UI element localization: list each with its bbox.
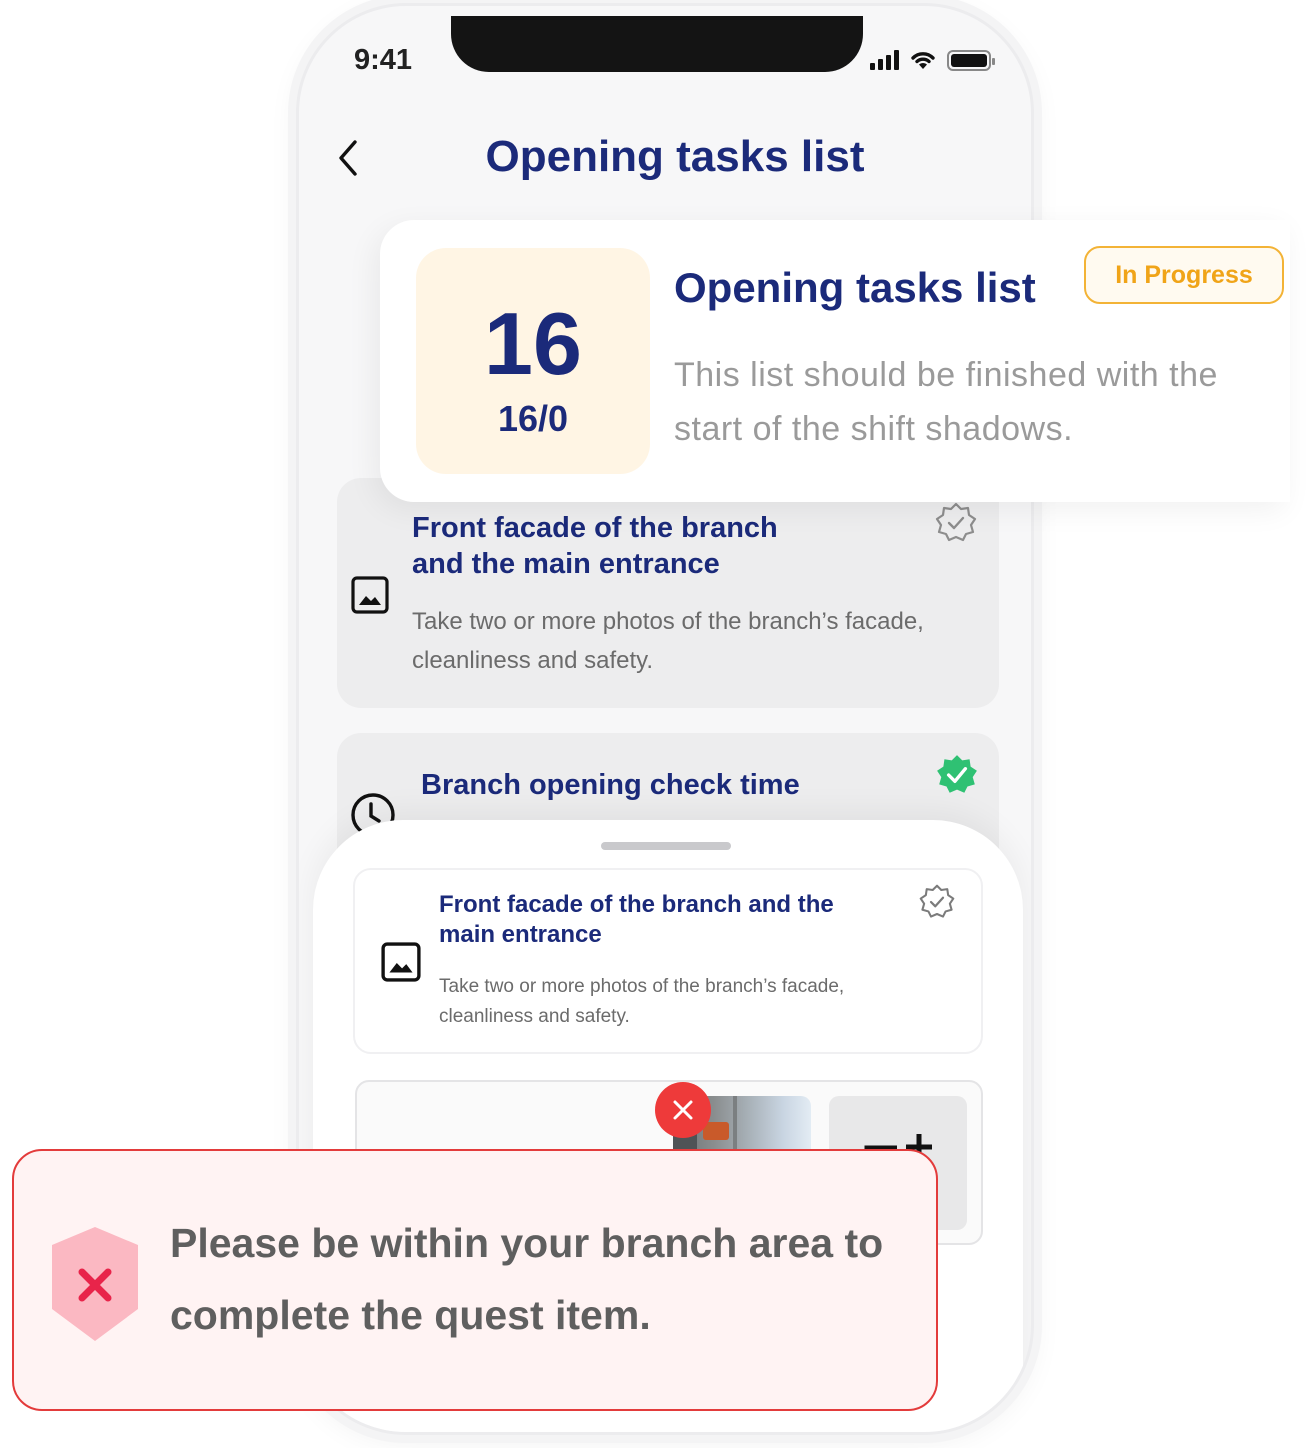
task-ratio: 16/0 <box>497 398 569 439</box>
task-card-facade[interactable]: Front facade of the branch and the main … <box>337 478 999 708</box>
image-icon <box>351 576 389 614</box>
sheet-task-description: Take two or more photos of the branch’s … <box>439 976 845 1027</box>
sheet-task-card: Front facade of the branch and the main … <box>353 868 983 1054</box>
status-badge: In Progress <box>1084 246 1284 304</box>
battery-icon <box>947 49 995 71</box>
verified-badge-filled-icon <box>937 755 977 793</box>
summary-description: This list should be finished with the st… <box>674 356 1218 448</box>
mute-switch <box>288 196 294 244</box>
task-list-summary-card: 16 16/0 Opening tasks list This list sho… <box>380 220 1290 502</box>
image-icon <box>381 942 421 982</box>
verified-badge-outline-icon <box>935 502 977 542</box>
cellular-signal-icon <box>870 50 899 70</box>
task-title: Branch opening check time <box>421 769 800 801</box>
verified-badge-outline-icon <box>919 884 955 918</box>
sheet-task-title: Front facade of the branch and the main … <box>439 891 834 948</box>
wifi-icon <box>911 52 935 69</box>
task-title: Front facade of the branch and the main … <box>412 512 778 580</box>
error-toast: Please be within your branch area to com… <box>12 1149 938 1411</box>
status-icons <box>870 49 995 71</box>
error-shield-icon <box>52 1227 138 1341</box>
remove-photo-button[interactable] <box>655 1082 711 1138</box>
close-icon <box>673 1100 693 1120</box>
phone-notch <box>451 16 863 72</box>
toast-message: Please be within your branch area to com… <box>170 1220 884 1338</box>
status-time: 9:41 <box>354 44 413 76</box>
volume-down-button <box>288 394 294 486</box>
task-description: Take two or more photos of the branch’s … <box>412 608 924 674</box>
volume-up-button <box>288 282 294 374</box>
sheet-grabber-handle[interactable] <box>601 842 731 850</box>
summary-title: Opening tasks list <box>674 264 1036 311</box>
page-title: Opening tasks list <box>485 132 865 181</box>
task-count-box: 16 16/0 <box>416 248 650 474</box>
task-count: 16 <box>484 294 582 393</box>
